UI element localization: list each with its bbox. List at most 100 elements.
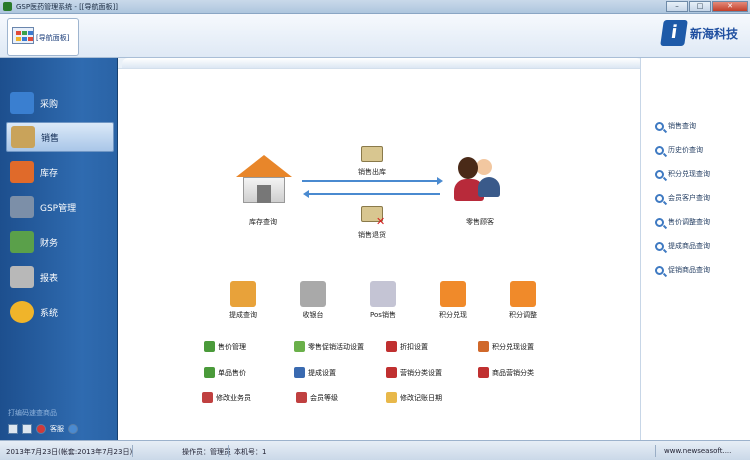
- query-label: 提成商品查询: [668, 242, 710, 250]
- brand: i 新海科技: [660, 20, 738, 46]
- function-label: 修改记账日期: [400, 393, 442, 402]
- woman-head-icon: [458, 157, 478, 179]
- function-label: 单品售价: [218, 368, 246, 377]
- chart-icon: [10, 231, 34, 253]
- query-sales-link[interactable]: 销售查询: [655, 121, 696, 131]
- user-service-icon[interactable]: [36, 424, 46, 434]
- sidebar-item-label: 采购: [40, 99, 59, 110]
- refresh-icon[interactable]: [68, 424, 78, 434]
- calculator-icon[interactable]: [8, 424, 18, 434]
- gift-icon: [440, 281, 466, 307]
- retail-promotion-settings-link[interactable]: 零售促销活动设置: [294, 341, 364, 352]
- sidebar-footer: 打编码速查商品 客服: [8, 408, 78, 434]
- commission-query-button[interactable]: 提成查询: [218, 281, 268, 320]
- function-label: 积分兑现设置: [492, 342, 534, 351]
- panel-header: [122, 58, 642, 68]
- notebook-icon[interactable]: [22, 424, 32, 434]
- query-label: 历史价查询: [668, 146, 703, 154]
- top-toolbar: [导航面板] i 新海科技: [0, 14, 750, 58]
- title-bar: GSP医药管理系统 - [[导航面板]] – □ ✕: [0, 0, 750, 14]
- sidebar-item-label: 系统: [40, 308, 59, 319]
- commission-settings-link[interactable]: 提成设置: [294, 367, 336, 378]
- window-title: GSP医药管理系统 - [[导航面板]]: [16, 2, 118, 11]
- function-label: 修改业务员: [216, 393, 251, 402]
- status-bar: 2013年7月23日(帐套:2013年7月23日) 操作员：管理员 本机号：1 …: [0, 440, 750, 460]
- points-redeem-button[interactable]: 积分兑现: [428, 281, 478, 320]
- sale-out-label[interactable]: 销售出库: [358, 167, 386, 177]
- query-label: 会员客户查询: [668, 194, 710, 202]
- maximize-button[interactable]: □: [689, 1, 711, 12]
- function-label: 提成设置: [308, 368, 336, 377]
- sidebar-item-sales[interactable]: 销售: [6, 122, 114, 152]
- window-controls: – □ ✕: [666, 1, 748, 12]
- retail-customer-button[interactable]: [452, 157, 512, 211]
- icon-label: 提成查询: [229, 311, 257, 319]
- calendar-icon: [386, 392, 397, 403]
- house-icon: [10, 161, 34, 183]
- salesman-icon: [202, 392, 213, 403]
- modify-accounting-date-link[interactable]: 修改记账日期: [386, 392, 442, 403]
- single-item-price-link[interactable]: 单品售价: [204, 367, 246, 378]
- close-button[interactable]: ✕: [712, 1, 748, 12]
- sidebar-item-label: GSP管理: [40, 203, 77, 214]
- price-management-link[interactable]: 售价管理: [204, 341, 246, 352]
- sale-return-label: 销售退货: [358, 231, 386, 239]
- icon-label: Pos销售: [370, 311, 396, 319]
- query-panel: 销售查询 历史价查询 积分兑现查询 会员客户查询 售价调整查询 提成商品查询 促…: [640, 58, 750, 440]
- truck-icon: [10, 92, 34, 114]
- icon-label: 积分调整: [509, 311, 537, 319]
- marketing-category-settings-link[interactable]: 营销分类设置: [386, 367, 442, 378]
- sidebar-item-gsp[interactable]: GSP管理: [6, 192, 114, 222]
- sidebar-item-label: 库存: [40, 168, 59, 179]
- query-promotion-products-link[interactable]: 促销商品查询: [655, 265, 710, 275]
- man-torso: [478, 177, 500, 197]
- query-price-history-link[interactable]: 历史价查询: [655, 145, 703, 155]
- folder-person-icon: [230, 281, 256, 307]
- query-points-redeem-link[interactable]: 积分兑现查询: [655, 169, 710, 179]
- brand-logo: i: [660, 20, 688, 46]
- search-icon: [655, 121, 664, 131]
- discount-icon: [386, 341, 397, 352]
- tab-navigation-panel[interactable]: [导航面板]: [7, 18, 79, 56]
- commission-icon: [294, 367, 305, 378]
- sidebar-item-system[interactable]: 系统: [6, 297, 114, 327]
- pos-sales-button[interactable]: Pos销售: [358, 281, 408, 320]
- points-icon: [478, 341, 489, 352]
- function-label: 折扣设置: [400, 342, 428, 351]
- sale-out-cart-icon[interactable]: [361, 146, 383, 162]
- sidebar-item-label: 财务: [40, 238, 59, 249]
- status-website[interactable]: www.newseasoft....: [664, 447, 731, 455]
- main-panel: 库存查询 销售出库 ✕ 销售退货 零售顾客 提成查询 收银台 Pos销售 积分兑…: [118, 58, 750, 440]
- tab-label: [导航面板]: [36, 34, 70, 42]
- cash-register-icon: [300, 281, 326, 307]
- single-price-icon: [204, 367, 215, 378]
- sidebar-item-inventory[interactable]: 库存: [6, 157, 114, 187]
- sidebar: 采购 销售 库存 GSP管理 财务 报表 系统 打编码速查商品 客服: [0, 58, 118, 440]
- cashier-button[interactable]: 收银台: [288, 281, 338, 320]
- status-divider: [132, 445, 133, 457]
- query-member-customer-link[interactable]: 会员客户查询: [655, 193, 710, 203]
- discount-settings-link[interactable]: 折扣设置: [386, 341, 428, 352]
- customer-service-link[interactable]: 客服: [50, 424, 64, 434]
- search-icon: [655, 265, 664, 275]
- customer-icon: [476, 159, 492, 175]
- price-icon: [204, 341, 215, 352]
- query-price-adjustment-link[interactable]: 售价调整查询: [655, 217, 710, 227]
- sidebar-item-reports[interactable]: 报表: [6, 262, 114, 292]
- status-divider: [655, 445, 656, 457]
- status-date: 2013年7月23日(帐套:2013年7月23日): [6, 448, 133, 456]
- minimize-button[interactable]: –: [666, 1, 688, 12]
- retail-customer-label: 零售顾客: [466, 218, 494, 226]
- sidebar-item-finance[interactable]: 财务: [6, 227, 114, 257]
- sidebar-item-label: 报表: [40, 273, 59, 284]
- points-redeem-settings-link[interactable]: 积分兑现设置: [478, 341, 534, 352]
- modify-salesman-link[interactable]: 修改业务员: [202, 392, 251, 403]
- warehouse-query-button[interactable]: [236, 155, 292, 215]
- sidebar-item-purchase[interactable]: 采购: [6, 88, 114, 118]
- product-marketing-category-link[interactable]: 商品营销分类: [478, 367, 534, 378]
- member-level-link[interactable]: 会员等级: [296, 392, 338, 403]
- function-label: 商品营销分类: [492, 368, 534, 377]
- query-commission-products-link[interactable]: 提成商品查询: [655, 241, 710, 251]
- points-adjust-button[interactable]: 积分调整: [498, 281, 548, 320]
- app-icon: [3, 2, 12, 11]
